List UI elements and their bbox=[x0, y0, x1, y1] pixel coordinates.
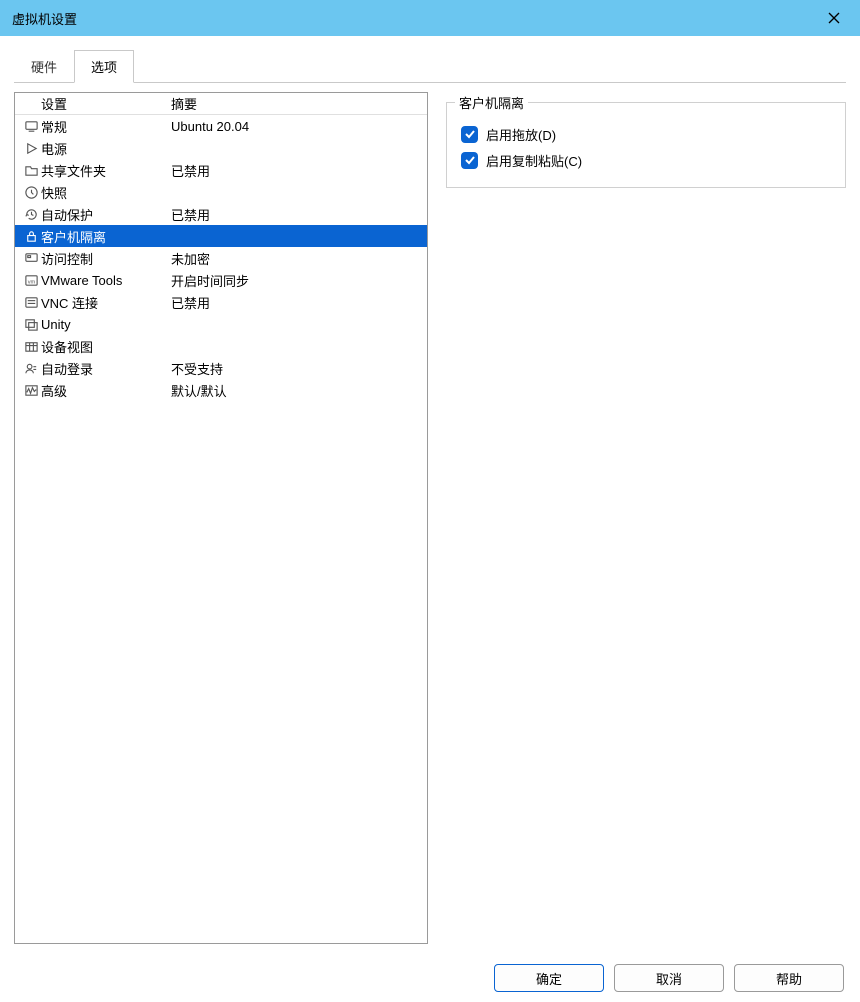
wave-icon bbox=[21, 383, 41, 398]
content-area: 设置 摘要 常规Ubuntu 20.04电源共享文件夹已禁用快照自动保护已禁用客… bbox=[0, 84, 860, 944]
check-icon bbox=[461, 152, 478, 169]
key-icon bbox=[21, 251, 41, 266]
list-item[interactable]: 共享文件夹已禁用 bbox=[15, 159, 427, 181]
list-item-label: 访问控制 bbox=[41, 249, 171, 268]
tab-divider bbox=[14, 82, 846, 83]
check-icon bbox=[461, 126, 478, 143]
list-item-label: Unity bbox=[41, 317, 171, 332]
dialog-footer: 确定 取消 帮助 bbox=[494, 964, 844, 992]
window-title: 虚拟机设置 bbox=[12, 9, 820, 28]
list-item[interactable]: 客户机隔离 bbox=[15, 225, 427, 247]
list-item[interactable]: 高级默认/默认 bbox=[15, 379, 427, 401]
list-item[interactable]: 自动保护已禁用 bbox=[15, 203, 427, 225]
tab-strip: 硬件 选项 bbox=[0, 36, 860, 83]
list-item-label: 电源 bbox=[41, 139, 171, 158]
checkbox-enable-copy[interactable]: 启用复制粘贴(C) bbox=[461, 147, 831, 173]
user-icon bbox=[21, 361, 41, 376]
checkbox-label: 启用拖放(D) bbox=[486, 125, 556, 144]
list-item[interactable]: vm VMware Tools开启时间同步 bbox=[15, 269, 427, 291]
list-item-summary: 不受支持 bbox=[171, 359, 427, 378]
list-item[interactable]: 访问控制未加密 bbox=[15, 247, 427, 269]
svg-text:vm: vm bbox=[27, 279, 35, 285]
list-item-summary: 开启时间同步 bbox=[171, 271, 427, 290]
guest-isolation-group: 客户机隔离 启用拖放(D) 启用复制粘贴(C) bbox=[446, 102, 846, 188]
window-icon bbox=[21, 317, 41, 332]
clock-icon bbox=[21, 185, 41, 200]
list-item-summary: 已禁用 bbox=[171, 293, 427, 312]
list-item-label: 快照 bbox=[41, 183, 171, 202]
list-item-summary: 未加密 bbox=[171, 249, 427, 268]
list-item-label: 自动保护 bbox=[41, 205, 171, 224]
list-item-label: 设备视图 bbox=[41, 337, 171, 356]
list-item[interactable]: 自动登录不受支持 bbox=[15, 357, 427, 379]
list-item-summary: 已禁用 bbox=[171, 205, 427, 224]
tab-hardware[interactable]: 硬件 bbox=[14, 50, 74, 83]
lock-icon bbox=[21, 229, 41, 244]
cancel-button[interactable]: 取消 bbox=[614, 964, 724, 992]
vm-icon: vm bbox=[21, 273, 41, 288]
list-item[interactable]: VNC 连接已禁用 bbox=[15, 291, 427, 313]
play-icon bbox=[21, 141, 41, 156]
list-header: 设置 摘要 bbox=[15, 93, 427, 115]
close-icon[interactable] bbox=[820, 4, 848, 32]
monitor-icon bbox=[21, 119, 41, 134]
list-item-label: 共享文件夹 bbox=[41, 161, 171, 180]
list-item[interactable]: 常规Ubuntu 20.04 bbox=[15, 115, 427, 137]
help-button[interactable]: 帮助 bbox=[734, 964, 844, 992]
list-item[interactable]: 设备视图 bbox=[15, 335, 427, 357]
list-item-summary: 默认/默认 bbox=[171, 381, 427, 400]
detail-panel: 客户机隔离 启用拖放(D) 启用复制粘贴(C) bbox=[446, 92, 846, 944]
checkbox-enable-drag[interactable]: 启用拖放(D) bbox=[461, 121, 831, 147]
list-item-label: 自动登录 bbox=[41, 359, 171, 378]
vnc-icon bbox=[21, 295, 41, 310]
header-summary: 摘要 bbox=[171, 94, 427, 113]
list-item-summary: 已禁用 bbox=[171, 161, 427, 180]
folder-icon bbox=[21, 163, 41, 178]
list-item-summary: Ubuntu 20.04 bbox=[171, 119, 427, 134]
list-item-label: 客户机隔离 bbox=[41, 227, 171, 246]
ok-button[interactable]: 确定 bbox=[494, 964, 604, 992]
titlebar: 虚拟机设置 bbox=[0, 0, 860, 36]
tab-options[interactable]: 选项 bbox=[74, 50, 134, 83]
list-item-label: VNC 连接 bbox=[41, 293, 171, 312]
header-setting: 设置 bbox=[41, 94, 171, 113]
list-item[interactable]: 电源 bbox=[15, 137, 427, 159]
list-item-label: 常规 bbox=[41, 117, 171, 136]
list-item-label: 高级 bbox=[41, 381, 171, 400]
checkbox-label: 启用复制粘贴(C) bbox=[486, 151, 582, 170]
list-item[interactable]: Unity bbox=[15, 313, 427, 335]
group-legend: 客户机隔离 bbox=[455, 93, 528, 112]
settings-list: 设置 摘要 常规Ubuntu 20.04电源共享文件夹已禁用快照自动保护已禁用客… bbox=[14, 92, 428, 944]
grid-icon bbox=[21, 339, 41, 354]
list-item[interactable]: 快照 bbox=[15, 181, 427, 203]
list-item-label: VMware Tools bbox=[41, 273, 171, 288]
clock-arrow-icon bbox=[21, 207, 41, 222]
